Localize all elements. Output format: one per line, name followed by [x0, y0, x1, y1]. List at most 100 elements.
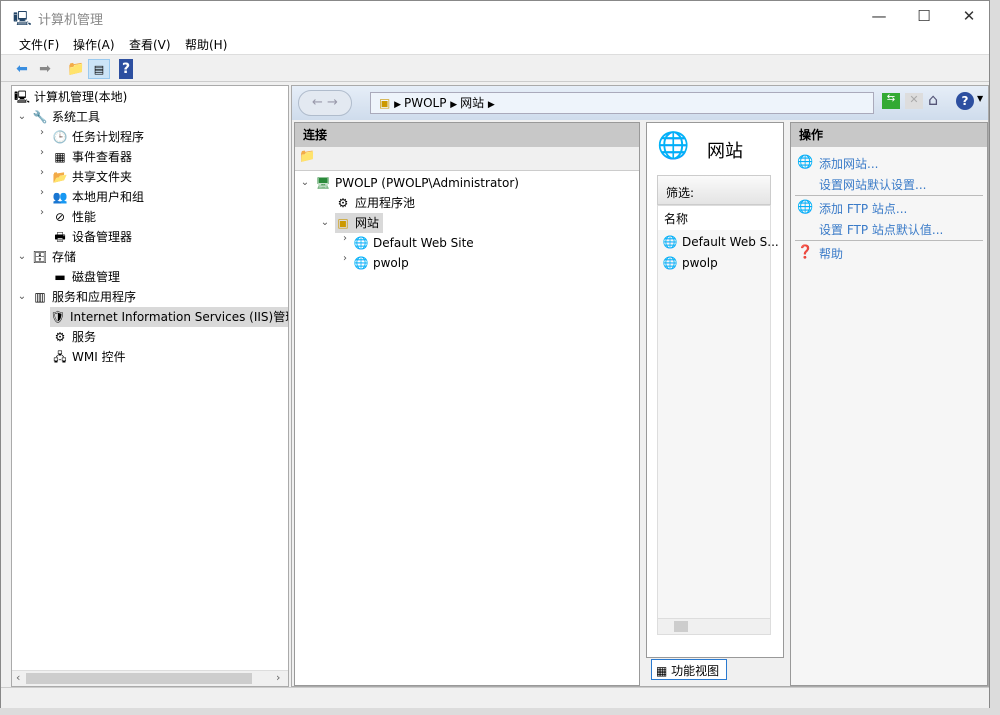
collapse-chevron-icon[interactable]: ⌄: [16, 291, 28, 302]
conn-pwolp[interactable]: 🌐 pwolp: [353, 253, 409, 273]
collapse-chevron-icon[interactable]: ⌄: [319, 217, 331, 228]
tree-item-device-manager[interactable]: 🖶 设备管理器: [52, 227, 132, 247]
expand-chevron-icon[interactable]: ›: [339, 253, 351, 264]
performance-icon: ⊘: [54, 210, 66, 224]
tree-item-wmi-control[interactable]: 🖧 WMI 控件: [52, 347, 125, 367]
wmi-icon: 🖧: [53, 350, 67, 364]
tree-item-task-scheduler[interactable]: 🕒 任务计划程序: [52, 127, 145, 147]
expand-chevron-icon[interactable]: ›: [36, 187, 48, 198]
action-ftp-defaults[interactable]: 设置 FTP 站点默认值...: [819, 221, 943, 238]
storage-icon: 🗄: [32, 250, 48, 264]
window-title: 计算机管理: [38, 13, 104, 28]
page-title: 网站: [707, 141, 743, 162]
menu-view[interactable]: 查看(V): [129, 36, 171, 53]
tree-item-disk-management[interactable]: ▬ 磁盘管理: [52, 267, 120, 287]
tree-item-computer-management[interactable]: 🖳 计算机管理(本地): [14, 87, 127, 107]
menu-file[interactable]: 文件(F): [19, 36, 59, 53]
action-help[interactable]: 帮助: [819, 245, 843, 262]
device-manager-icon: 🖶: [54, 230, 66, 244]
menu-bar: 文件(F) 操作(A) 查看(V) 帮助(H): [1, 33, 989, 55]
expand-chevron-icon[interactable]: ›: [339, 233, 351, 244]
navigation-bar: ← → ▣ ▶ PWOLP ▶ 网站 ▶ ⇆ ✕ ⌂ ? ▼: [292, 86, 988, 120]
features-view-button[interactable]: ▦ 功能视图: [651, 659, 727, 680]
help-dropdown-icon[interactable]: ▼: [977, 94, 983, 103]
tree-item-local-users[interactable]: 👥 本地用户和组: [52, 187, 145, 207]
expand-chevron-icon[interactable]: ›: [36, 147, 48, 158]
forward-icon[interactable]: ➡: [34, 59, 56, 79]
globe-icon: 🌐: [662, 256, 678, 270]
tree-item-services[interactable]: ⚙ 服务: [52, 327, 96, 347]
up-folder-icon[interactable]: 📁: [65, 59, 87, 79]
refresh-icon[interactable]: ⇆: [882, 93, 900, 109]
tree-item-system-tools[interactable]: 🔧 系统工具: [32, 107, 101, 127]
sites-content-pane: 🌐 网站 筛选: 名称 🌐 Default Web S... 🌐 pwolp: [646, 122, 784, 658]
collapse-chevron-icon[interactable]: ⌄: [16, 111, 28, 122]
help-icon[interactable]: ?: [119, 59, 133, 79]
conn-sites[interactable]: ▣ 网站: [335, 213, 384, 233]
conn-app-pools[interactable]: ⚙ 应用程序池: [335, 193, 415, 213]
sites-folder-icon: ▣: [337, 216, 349, 230]
column-header-name[interactable]: 名称: [658, 206, 770, 230]
connections-pane: 连接 📁 ⌄ 🖥 PWOLP (PWOLP\Administrator) ⚙ 应用程…: [294, 122, 640, 686]
show-hide-tree-icon[interactable]: ▤: [88, 59, 110, 79]
menu-action[interactable]: 操作(A): [73, 36, 115, 53]
site-row-default-web-site[interactable]: 🌐 Default Web S...: [662, 232, 779, 252]
scroll-left-icon[interactable]: ‹: [16, 671, 20, 684]
horizontal-scrollbar[interactable]: ‹ ›: [12, 670, 288, 686]
sites-server-icon: 🌐: [657, 131, 690, 161]
stop-icon[interactable]: ✕: [905, 93, 923, 109]
help-icon: ❓: [797, 245, 814, 260]
iis-icon: 🛡: [50, 310, 66, 324]
actions-header: 操作: [791, 123, 987, 147]
menu-help[interactable]: 帮助(H): [185, 36, 227, 53]
breadcrumb-sites[interactable]: 网站: [460, 96, 484, 110]
globe-icon: 🌐: [353, 236, 369, 250]
services-apps-icon: ▥: [34, 290, 46, 304]
tree-item-event-viewer[interactable]: ▦ 事件查看器: [52, 147, 132, 167]
expand-chevron-icon[interactable]: ›: [36, 127, 48, 138]
toolbar: ⬅ ➡ 📁 ▤ ?: [1, 56, 989, 82]
actions-pane: 操作 🌐 添加网站... 设置网站默认设置... 🌐 添加 FTP 站点... …: [790, 122, 988, 686]
site-row-pwolp[interactable]: 🌐 pwolp: [662, 253, 718, 273]
minimize-button[interactable]: —: [856, 1, 902, 31]
divider: [795, 195, 983, 196]
computer-icon: 🖳: [14, 90, 31, 104]
divider: [795, 240, 983, 241]
collapse-chevron-icon[interactable]: ⌄: [16, 251, 28, 262]
tools-icon: 🔧: [32, 110, 48, 124]
globe-icon: 🌐: [353, 256, 369, 270]
scrollbar-thumb[interactable]: [674, 621, 688, 632]
tree-item-iis-manager[interactable]: 🛡 Internet Information Services (IIS)管理: [50, 307, 288, 327]
conn-server[interactable]: 🖥 PWOLP (PWOLP\Administrator): [315, 173, 519, 193]
close-button[interactable]: ✕: [946, 1, 992, 31]
conn-default-web-site[interactable]: 🌐 Default Web Site: [353, 233, 474, 253]
tree-item-services-and-apps[interactable]: ▥ 服务和应用程序: [32, 287, 136, 307]
tree-item-storage[interactable]: 🗄 存储: [32, 247, 76, 267]
title-bar: 🖳 计算机管理 — ☐ ✕: [1, 1, 989, 33]
action-add-site[interactable]: 添加网站...: [819, 155, 878, 172]
expand-chevron-icon[interactable]: ›: [36, 207, 48, 218]
breadcrumb-pwolp[interactable]: PWOLP: [404, 96, 446, 110]
address-bar[interactable]: ▣ ▶ PWOLP ▶ 网站 ▶: [370, 92, 874, 114]
help-icon[interactable]: ?: [956, 92, 974, 110]
list-horizontal-scrollbar[interactable]: [658, 618, 770, 634]
home-folder-icon: ▣: [379, 96, 391, 110]
shared-folder-icon: 📂: [52, 170, 68, 184]
action-site-defaults[interactable]: 设置网站默认设置...: [819, 176, 926, 193]
home-icon[interactable]: ⌂: [928, 90, 938, 109]
connect-icon[interactable]: 📁: [295, 147, 639, 171]
tree-item-shared-folders[interactable]: 📂 共享文件夹: [52, 167, 133, 187]
computer-management-window: 🖳 计算机管理 — ☐ ✕ 文件(F) 操作(A) 查看(V) 帮助(H) ⬅ …: [0, 0, 990, 708]
collapse-chevron-icon[interactable]: ⌄: [299, 177, 311, 188]
maximize-button[interactable]: ☐: [901, 1, 947, 31]
filter-field[interactable]: 筛选:: [657, 175, 771, 205]
tree-item-performance[interactable]: ⊘ 性能: [52, 207, 96, 227]
expand-chevron-icon[interactable]: ›: [36, 167, 48, 178]
scroll-right-icon[interactable]: ›: [276, 671, 280, 684]
back-forward-buttons[interactable]: ← →: [298, 90, 352, 116]
action-add-ftp-site[interactable]: 添加 FTP 站点...: [819, 200, 907, 217]
connections-header: 连接: [295, 123, 639, 147]
features-view-icon: ▦: [656, 664, 672, 678]
scrollbar-thumb[interactable]: [26, 673, 252, 684]
back-icon[interactable]: ⬅: [11, 59, 33, 79]
